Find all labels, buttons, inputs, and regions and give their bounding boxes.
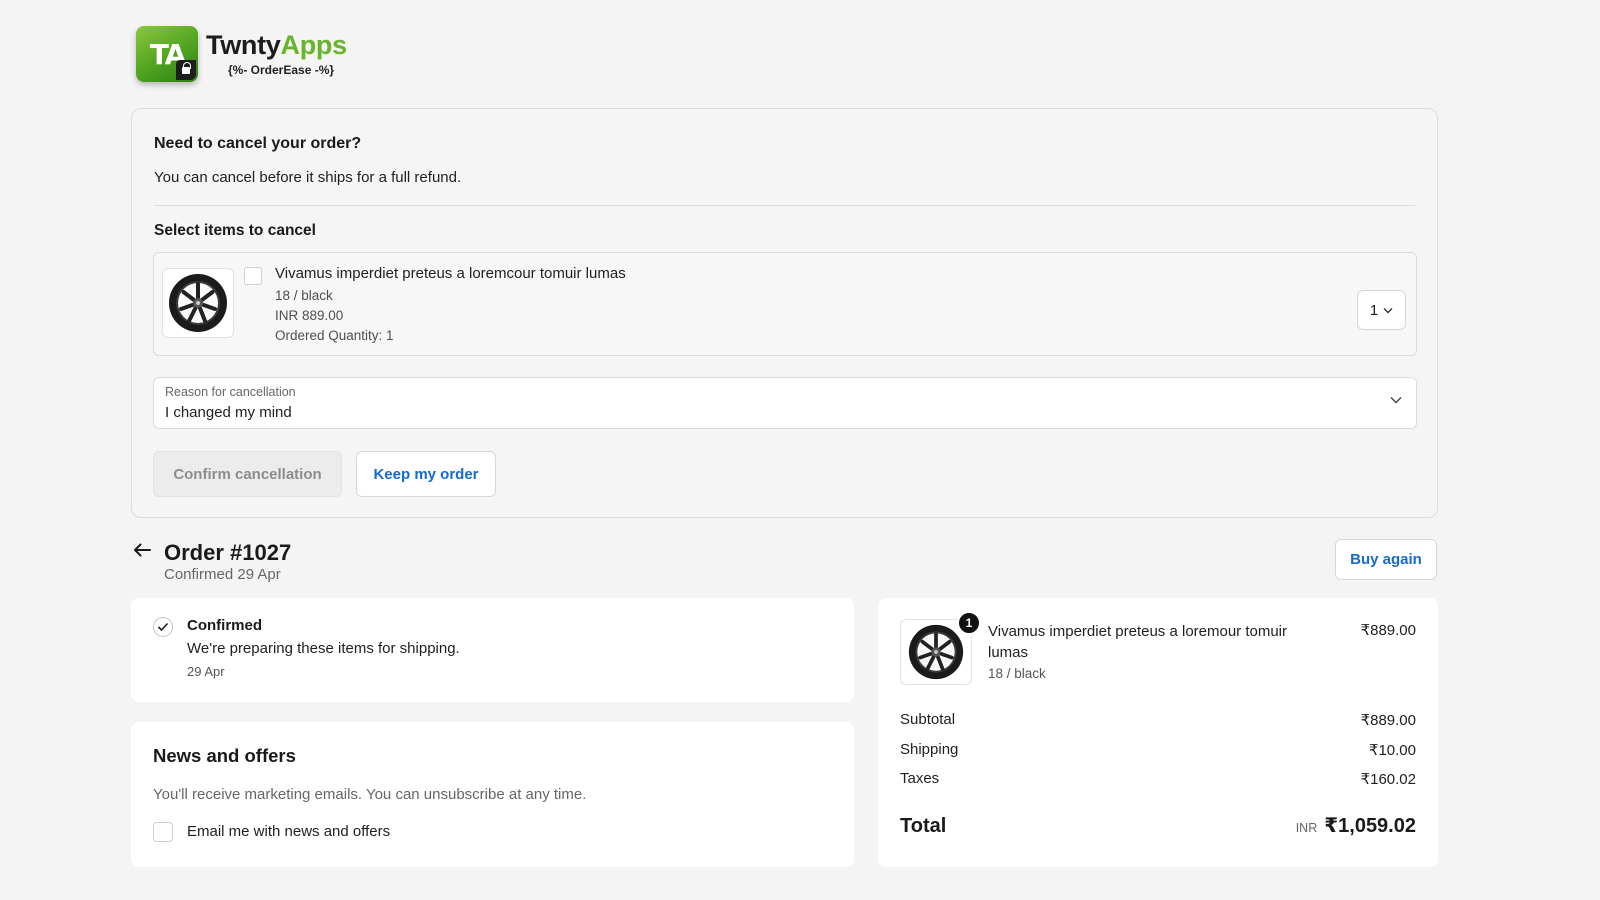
brand-text: TwntyApps {%- OrderEase -%} xyxy=(206,30,347,77)
cancel-subtitle: You can cancel before it ships for a ful… xyxy=(154,169,462,186)
shipping-row: Shipping ₹10.00 xyxy=(900,741,1416,759)
shipping-value: ₹10.00 xyxy=(1368,742,1416,759)
cancel-quantity-select[interactable]: 1 xyxy=(1357,290,1406,330)
status-title: Confirmed xyxy=(187,617,262,634)
cancel-quantity-value: 1 xyxy=(1369,301,1379,319)
news-description: You'll receive marketing emails. You can… xyxy=(153,786,587,803)
select-items-label: Select items to cancel xyxy=(154,222,316,239)
taxes-row: Taxes ₹160.02 xyxy=(900,770,1416,788)
news-email-checkbox[interactable] xyxy=(153,822,173,842)
buy-again-button[interactable]: Buy again xyxy=(1335,539,1437,580)
status-description: We're preparing these items for shipping… xyxy=(187,640,460,657)
wheel-icon xyxy=(908,624,964,680)
cancel-item-row: Vivamus imperdiet preteus a loremcour to… xyxy=(153,252,1417,356)
cancel-order-card: Need to cancel your order? You can cance… xyxy=(131,108,1438,518)
confirm-cancellation-button[interactable]: Confirm cancellation xyxy=(153,451,342,497)
reason-value: I changed my mind xyxy=(165,404,292,421)
summary-item-variant: 18 / black xyxy=(988,666,1046,681)
cancel-item-variant: 18 / black xyxy=(275,288,333,303)
taxes-value: ₹160.02 xyxy=(1360,771,1416,788)
order-subtitle: Confirmed 29 Apr xyxy=(164,566,281,583)
order-title: Order #1027 xyxy=(164,540,292,565)
summary-item-title: Vivamus imperdiet preteus a loremour tom… xyxy=(988,623,1288,661)
check-circle-icon xyxy=(153,617,173,637)
brand-name-part2: Apps xyxy=(280,30,348,60)
lock-icon xyxy=(176,60,196,80)
brand-header: TA TwntyApps {%- OrderEase -%} xyxy=(136,26,347,82)
subtotal-row: Subtotal ₹889.00 xyxy=(900,711,1416,729)
news-email-checkbox-label[interactable]: Email me with news and offers xyxy=(187,823,390,840)
news-offers-card: News and offers You'll receive marketing… xyxy=(131,722,854,867)
cancel-title: Need to cancel your order? xyxy=(154,135,362,152)
subtotal-value: ₹889.00 xyxy=(1360,712,1416,729)
brand-tagline: {%- OrderEase -%} xyxy=(228,63,335,77)
status-date: 29 Apr xyxy=(187,664,225,679)
divider xyxy=(154,205,1415,206)
chevron-down-icon xyxy=(1383,307,1393,313)
brand-name-part1: Twnty xyxy=(206,30,281,60)
total-amount: INR ₹1,059.02 xyxy=(1296,813,1416,838)
wheel-icon xyxy=(169,274,227,332)
reason-label: Reason for cancellation xyxy=(165,385,296,399)
back-arrow-icon[interactable] xyxy=(132,542,152,558)
chevron-down-icon xyxy=(1390,397,1402,404)
order-status-card: Confirmed We're preparing these items fo… xyxy=(131,598,854,702)
order-summary-card: 1 Vivamus imperdiet preteus a loremour t… xyxy=(878,598,1438,867)
cancel-item-price: INR 889.00 xyxy=(275,308,344,323)
total-value: ₹1,059.02 xyxy=(1324,815,1416,837)
subtotal-label: Subtotal xyxy=(900,711,956,728)
total-row: Total INR ₹1,059.02 xyxy=(900,813,1416,838)
total-currency: INR xyxy=(1295,821,1318,835)
cancel-item-title: Vivamus imperdiet preteus a loremcour to… xyxy=(275,265,626,282)
cancellation-reason-select[interactable]: Reason for cancellation I changed my min… xyxy=(153,377,1417,429)
cancel-item-ordered-quantity: Ordered Quantity: 1 xyxy=(275,328,394,343)
product-thumbnail xyxy=(162,268,234,338)
twntyapps-logo: TA xyxy=(136,26,198,82)
shipping-label: Shipping xyxy=(900,741,959,758)
quantity-badge: 1 xyxy=(957,611,981,635)
cancel-item-checkbox[interactable] xyxy=(244,267,262,285)
summary-item-price: ₹889.00 xyxy=(1360,622,1416,639)
keep-order-button[interactable]: Keep my order xyxy=(356,451,496,497)
news-title: News and offers xyxy=(153,745,296,766)
brand-name: TwntyApps xyxy=(206,30,347,60)
taxes-label: Taxes xyxy=(900,770,940,787)
total-label: Total xyxy=(900,815,947,837)
